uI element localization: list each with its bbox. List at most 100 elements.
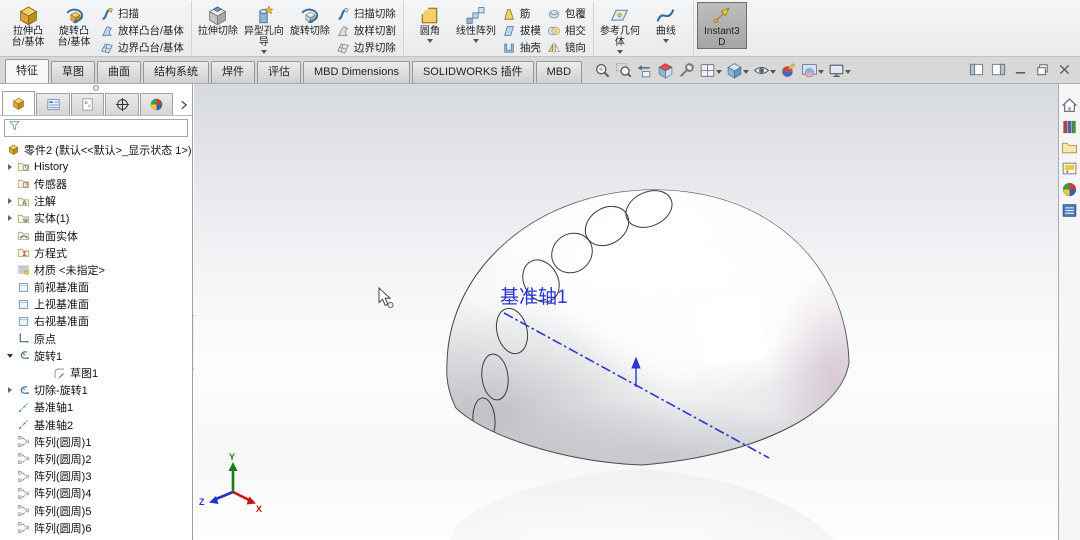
tab-sketch[interactable]: 草图 bbox=[51, 61, 95, 83]
hole-wizard-button[interactable]: 异型孔向导 bbox=[241, 2, 287, 55]
solidworks-resources-button[interactable] bbox=[1061, 97, 1078, 114]
mirror-button[interactable]: 镜向 bbox=[544, 39, 589, 56]
dropdown-caret-icon[interactable] bbox=[716, 69, 723, 74]
dropdown-caret-icon[interactable] bbox=[845, 69, 852, 74]
dock-left-button[interactable] bbox=[969, 62, 984, 77]
dropdown-caret-icon[interactable] bbox=[662, 39, 669, 43]
tree-item-circular-pattern2[interactable]: 阵列(圆周)2 bbox=[0, 450, 192, 467]
tab-mbd[interactable]: MBD bbox=[535, 61, 583, 83]
tree-item-revolve1[interactable]: 旋转1 bbox=[0, 347, 192, 364]
shell-button[interactable]: 抽壳 bbox=[499, 39, 544, 56]
tree-item-sketch1[interactable]: 草图1 bbox=[0, 364, 192, 381]
tree-item-origin[interactable]: 原点 bbox=[0, 330, 192, 347]
instant3d-button[interactable]: Instant3D bbox=[696, 2, 747, 49]
tree-item-circular-pattern6[interactable]: 阵列(圆周)6 bbox=[0, 519, 192, 536]
tree-item-circular-pattern5[interactable]: 阵列(圆周)5 bbox=[0, 502, 192, 519]
display-style-button[interactable] bbox=[726, 62, 750, 79]
tree-item-top-plane[interactable]: 上视基准面 bbox=[0, 296, 192, 313]
collapsed-arrow-icon[interactable] bbox=[4, 163, 16, 170]
file-explorer-button[interactable] bbox=[1061, 139, 1078, 156]
revolved-boss-base-button[interactable]: 旋转凸台/基体 bbox=[51, 2, 97, 49]
tree-item-equations[interactable]: Σ 方程式 bbox=[0, 244, 192, 261]
dropdown-caret-icon[interactable] bbox=[426, 39, 433, 43]
axis-label[interactable]: 基准轴1 bbox=[500, 286, 568, 308]
revolved-cut-button[interactable]: 旋转切除 bbox=[287, 2, 333, 38]
lofted-boss-base-button[interactable]: 放样凸台/基体 bbox=[97, 22, 187, 39]
zoom-to-fit-button[interactable] bbox=[594, 62, 611, 79]
tab-weldments[interactable]: 焊件 bbox=[211, 61, 255, 83]
collapsed-arrow-icon[interactable] bbox=[4, 198, 16, 205]
dropdown-caret-icon[interactable] bbox=[743, 69, 750, 74]
extruded-boss-base-button[interactable]: 拉伸凸台/基体 bbox=[5, 2, 51, 49]
dropdown-caret-icon[interactable] bbox=[472, 39, 479, 43]
swept-boss-base-button[interactable]: 扫描 bbox=[97, 5, 187, 22]
appearances-scenes-button[interactable] bbox=[1061, 181, 1078, 198]
intersect-button[interactable]: 相交 bbox=[544, 22, 589, 39]
tree-item-datum-axis1[interactable]: 基准轴1 bbox=[0, 399, 192, 416]
expanded-arrow-icon[interactable] bbox=[4, 353, 16, 358]
tree-item-surface-bodies[interactable]: 曲面实体 bbox=[0, 227, 192, 244]
tree-item-circular-pattern4[interactable]: 阵列(圆周)4 bbox=[0, 485, 192, 502]
manager-tab-configuration-manager[interactable] bbox=[70, 93, 105, 115]
curves-button[interactable]: 曲线 bbox=[643, 2, 689, 44]
collapsed-arrow-icon[interactable] bbox=[4, 215, 16, 222]
lofted-cut-button[interactable]: 放样切割 bbox=[333, 22, 399, 39]
tree-item-circular-pattern1[interactable]: 阵列(圆周)1 bbox=[0, 433, 192, 450]
tab-solidworks-addins[interactable]: SOLIDWORKS 插件 bbox=[411, 61, 534, 83]
graphics-viewport[interactable]: 基准轴1 Y X Z bbox=[194, 84, 1058, 540]
custom-properties-button[interactable] bbox=[1061, 202, 1078, 219]
view-orientation-button[interactable] bbox=[699, 62, 723, 79]
tree-item-sensors[interactable]: 传感器 bbox=[0, 175, 192, 192]
tab-evaluate[interactable]: 评估 bbox=[257, 61, 301, 83]
tree-item-datum-axis2[interactable]: 基准轴2 bbox=[0, 416, 192, 433]
dropdown-caret-icon[interactable] bbox=[260, 50, 267, 54]
swept-cut-button[interactable]: 扫描切除 bbox=[333, 5, 399, 22]
reference-geometry-button[interactable]: 参考几何体 bbox=[597, 2, 643, 55]
view-settings-button[interactable] bbox=[828, 62, 852, 79]
extruded-cut-button[interactable]: 拉伸切除 bbox=[195, 2, 241, 38]
collapsed-arrow-icon[interactable] bbox=[4, 387, 16, 394]
tree-item-cut-revolve1[interactable]: 切除-旋转1 bbox=[0, 382, 192, 399]
tree-item-history[interactable]: History bbox=[0, 158, 192, 175]
linear-pattern-button[interactable]: 线性阵列 bbox=[453, 2, 499, 44]
tree-item-part-root[interactable]: 零件2 (默认<<默认>_显示状态 1>) bbox=[0, 141, 192, 158]
dock-right-button[interactable] bbox=[991, 62, 1006, 77]
rib-button[interactable]: 筋 bbox=[499, 5, 544, 22]
panel-grip[interactable] bbox=[0, 84, 192, 91]
apply-scene-button[interactable] bbox=[801, 62, 825, 79]
restore-button[interactable] bbox=[1035, 62, 1050, 77]
edit-appearance-button[interactable] bbox=[780, 62, 797, 79]
design-library-button[interactable] bbox=[1061, 118, 1078, 135]
view-palette-button[interactable] bbox=[1061, 160, 1078, 177]
hide-show-items-button[interactable] bbox=[753, 62, 777, 79]
tab-mbd-dimensions[interactable]: MBD Dimensions bbox=[303, 61, 410, 83]
tree-filter-box[interactable] bbox=[4, 119, 188, 137]
fillet-button[interactable]: 圆角 bbox=[407, 2, 453, 44]
boundary-cut-button[interactable]: 边界切除 bbox=[333, 39, 399, 56]
close-button[interactable] bbox=[1057, 62, 1072, 77]
annotation-views-button[interactable] bbox=[678, 62, 695, 79]
tree-item-right-plane[interactable]: 右视基准面 bbox=[0, 313, 192, 330]
boundary-boss-base-button[interactable]: 边界凸台/基体 bbox=[97, 39, 187, 56]
zoom-to-area-button[interactable] bbox=[615, 62, 632, 79]
draft-button[interactable]: 拔模 bbox=[499, 22, 544, 39]
tree-item-solid-bodies[interactable]: 实体(1) bbox=[0, 210, 192, 227]
tab-structure-system[interactable]: 结构系统 bbox=[143, 61, 209, 83]
manager-tab-feature-manager[interactable] bbox=[2, 91, 36, 115]
tree-item-circular-pattern3[interactable]: 阵列(圆周)3 bbox=[0, 468, 192, 485]
tree-item-front-plane[interactable]: 前视基准面 bbox=[0, 279, 192, 296]
section-view-button[interactable] bbox=[657, 62, 674, 79]
minimize-button[interactable] bbox=[1013, 62, 1028, 77]
dropdown-caret-icon[interactable] bbox=[616, 50, 623, 54]
dropdown-caret-icon[interactable] bbox=[770, 69, 777, 74]
tree-item-material[interactable]: 材质 <未指定> bbox=[0, 261, 192, 278]
tab-surfaces[interactable]: 曲面 bbox=[97, 61, 141, 83]
wrap-button[interactable]: 包覆 bbox=[544, 5, 589, 22]
manager-tab-dimxpert-manager[interactable] bbox=[105, 93, 139, 115]
manager-tab-property-manager[interactable] bbox=[36, 93, 70, 115]
tab-features[interactable]: 特征 bbox=[5, 59, 49, 83]
previous-view-button[interactable] bbox=[636, 62, 653, 79]
tree-item-annotations[interactable]: A 注解 bbox=[0, 193, 192, 210]
manager-tab-display-manager[interactable] bbox=[139, 93, 174, 115]
dropdown-caret-icon[interactable] bbox=[818, 69, 825, 74]
